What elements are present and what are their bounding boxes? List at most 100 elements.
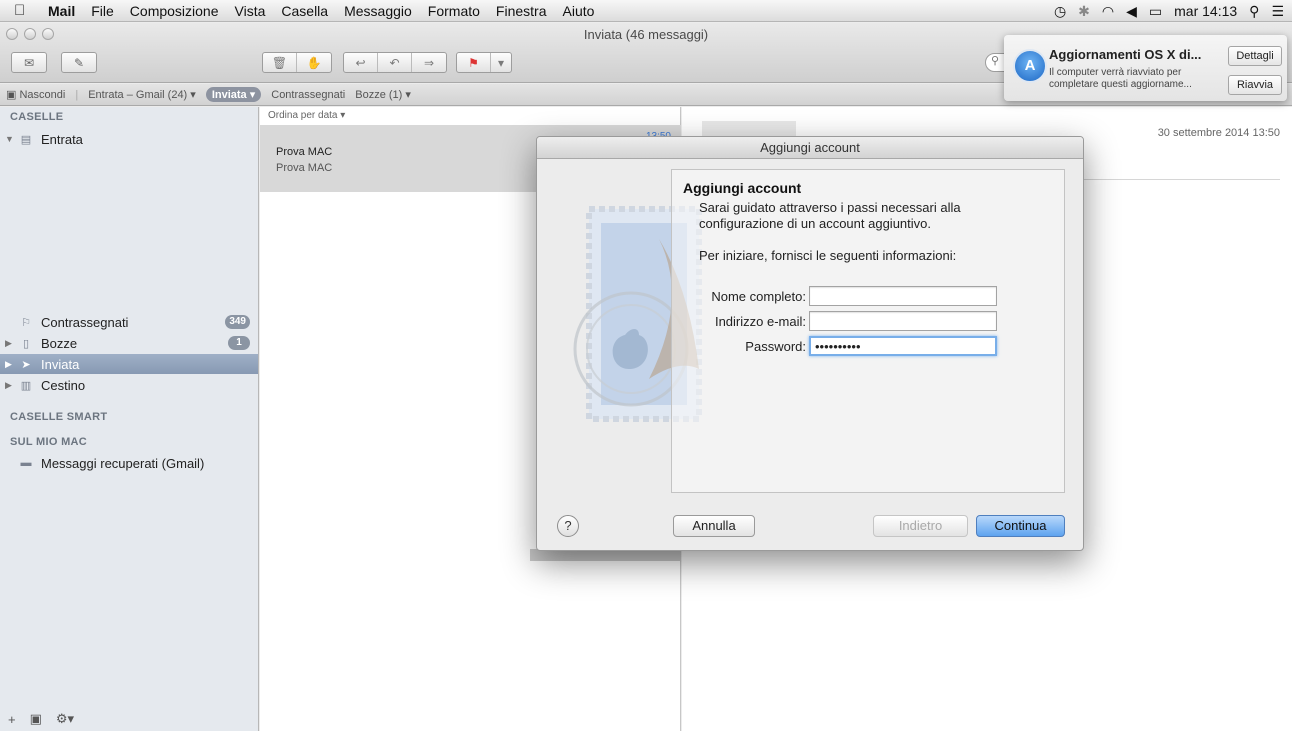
time-machine-icon[interactable]: ◷ [1054,3,1066,20]
message-sender: Prova MAC [276,146,333,158]
add-mailbox-icon[interactable]: + [8,712,16,727]
status-menus: ◷ ✱ ◠ ◀ ▭ mar 14:13 ⚲ ☰ [1054,0,1284,22]
mailboxes-header: CASELLE [10,111,64,123]
sidebar-item-label: Bozze [41,335,78,351]
menu-help[interactable]: Aiuto [555,3,603,19]
drafts-count-badge: 1 [228,336,250,350]
on-my-mac-header[interactable]: SUL MIO MAC [10,436,87,448]
compose-icon: ✎ [73,55,85,70]
sidebar-item-label: Messaggi recuperati (Gmail) [41,455,205,471]
envelope-icon: ✉ [23,55,35,70]
sidebar-item-label: Inviata [41,356,80,372]
continue-button[interactable]: Continua [976,515,1065,537]
email-label: Indirizzo e-mail: [714,314,806,329]
email-field[interactable] [809,311,997,331]
draft-document-icon: ▯ [22,337,30,350]
dialog-heading: Aggiungi account [683,180,802,196]
password-label: Password: [745,339,806,354]
trash-icon[interactable]: 🗑 [263,53,297,72]
message-date: 30 settembre 2014 13:50 [1157,127,1280,139]
reply-icon[interactable]: ↩ [344,53,378,72]
menu-file[interactable]: File [83,3,122,19]
sidebar-item-sent[interactable]: ▶ ➤ Inviata [0,354,258,374]
delete-junk-group: 🗑 ✋ [262,52,332,73]
inbox-tray-icon: ▤ [20,133,32,146]
get-mail-button[interactable]: ✉ [11,52,47,73]
apple-menu-icon[interactable]:  [14,2,40,19]
sidebar-footer: + ▣ ⚙▾ [0,707,258,731]
sidebar-item-recovered[interactable]: ▬ Messaggi recuperati (Gmail) [0,453,258,473]
sidebar-item-inbox[interactable]: ▼ ▤ Entrata [0,129,258,149]
junk-icon[interactable]: ✋ [297,53,331,72]
menu-app-name[interactable]: Mail [40,3,83,19]
flag-group: ⚑ ▾ [456,52,512,73]
sidebar-item-drafts[interactable]: ▶ ▯ Bozze 1 [0,333,258,353]
clock[interactable]: mar 14:13 [1174,3,1237,19]
flag-icon: ⚐ [21,316,31,329]
chevron-down-icon[interactable]: ▾ [491,53,511,72]
activity-icon[interactable]: ▣ [30,711,42,727]
reply-all-icon[interactable]: ↶ [378,53,412,72]
password-field[interactable]: •••••••••• [809,336,997,356]
paper-plane-icon: ➤ [21,358,31,371]
full-name-field[interactable] [809,286,997,306]
gear-icon[interactable]: ⚙▾ [56,711,74,727]
volume-icon[interactable]: ◀ [1126,3,1137,20]
sidebar-item-label: Contrassegnati [41,314,129,330]
hide-label: Nascondi [19,89,66,101]
restart-button[interactable]: Riavvia [1228,75,1282,95]
disclosure-open-icon[interactable]: ▼ [5,134,17,144]
sidebar-toggle-icon: ▣ [6,89,17,101]
cancel-button[interactable]: Annulla [673,515,755,537]
menu-view[interactable]: Vista [227,3,274,19]
battery-icon[interactable]: ▭ [1149,3,1162,20]
fav-flagged[interactable]: Contrassegnati [271,89,345,101]
sidebar-item-trash[interactable]: ▶ ▥ Cestino [0,375,258,395]
message-subject: Prova MAC [276,162,333,174]
sidebar: CASELLE ▼ ▤ Entrata ⚐ Contrassegnati 349… [0,107,259,731]
full-name-label: Nome completo: [711,289,806,304]
details-button[interactable]: Dettagli [1228,46,1282,66]
folder-icon: ▬ [20,457,32,469]
disclosure-closed-icon[interactable]: ▶ [5,359,17,370]
smart-mailboxes-header[interactable]: CASELLE SMART [10,411,107,423]
menu-compose[interactable]: Composizione [122,3,227,19]
help-button[interactable]: ? [557,515,579,537]
dialog-intro: Sarai guidato attraverso i passi necessa… [699,200,961,231]
search-icon: ⚲ [991,55,1000,67]
spotlight-icon[interactable]: ⚲ [1249,3,1259,20]
fav-drafts[interactable]: Bozze (1) ▾ [355,88,411,101]
sort-by-date-menu[interactable]: Ordina per data ▾ [268,110,345,121]
trash-icon: ▥ [20,379,32,392]
divider: | [75,88,79,101]
hide-mailboxes-button[interactable]: ▣ Nascondi [6,88,65,101]
dialog-title: Aggiungi account [537,137,1083,159]
notification-body: Il computer verrà riavviato per completa… [1049,67,1192,90]
dialog-prompt: Per iniziare, fornisci le seguenti infor… [699,248,957,263]
menu-message[interactable]: Messaggio [336,3,420,19]
flag-icon[interactable]: ⚑ [457,53,491,72]
notification-title: Aggiornamenti OS X di... [1049,47,1202,62]
sidebar-item-label: Cestino [41,377,86,393]
forward-icon[interactable]: ⇒ [412,53,446,72]
update-notification[interactable]: A Aggiornamenti OS X di... Il computer v… [1004,35,1287,101]
back-button[interactable]: Indietro [873,515,968,537]
flagged-count-badge: 349 [225,315,250,329]
sidebar-item-label: Entrata [41,131,83,147]
reply-group: ↩ ↶ ⇒ [343,52,447,73]
menu-window[interactable]: Finestra [488,3,555,19]
wifi-icon[interactable]: ◠ [1102,3,1114,20]
menu-bar:  Mail File Composizione Vista Casella M… [0,0,1292,22]
disclosure-closed-icon[interactable]: ▶ [5,380,17,391]
menu-mailbox[interactable]: Casella [273,3,336,19]
app-store-icon: A [1013,49,1047,83]
fav-sent[interactable]: Inviata ▾ [205,87,262,102]
menu-format[interactable]: Formato [420,3,488,19]
add-account-dialog: Aggiungi account Aggiungi account Sarai … [536,136,1084,551]
notification-center-icon[interactable]: ☰ [1271,3,1284,20]
bluetooth-icon[interactable]: ✱ [1078,3,1090,20]
fav-inbox[interactable]: Entrata – Gmail (24) ▾ [88,88,196,101]
compose-button[interactable]: ✎ [61,52,97,73]
sidebar-item-flagged[interactable]: ⚐ Contrassegnati 349 [0,312,258,332]
disclosure-closed-icon[interactable]: ▶ [5,338,17,349]
